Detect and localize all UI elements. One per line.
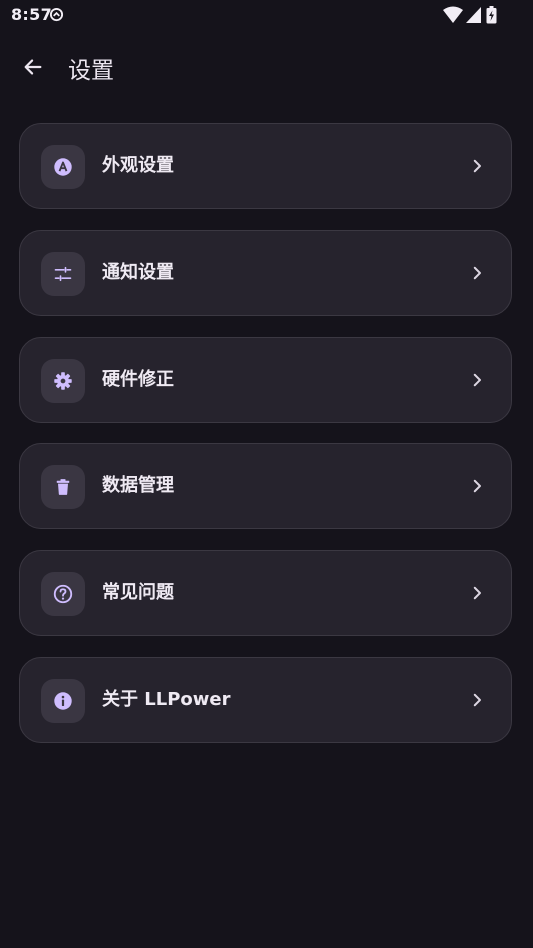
back-button[interactable]	[14, 48, 52, 86]
settings-item-about[interactable]: 关于 LLPower	[19, 657, 512, 743]
chevron-right-icon	[473, 266, 481, 280]
wifi-icon	[443, 6, 463, 23]
cellular-signal-icon	[466, 7, 481, 23]
battery-charging-icon	[486, 6, 497, 24]
chevron-right-icon	[473, 586, 481, 600]
arrow-back-icon	[24, 59, 42, 75]
settings-item-appearance[interactable]: 外观设置	[19, 123, 512, 209]
settings-item-label: 常见问题	[102, 582, 174, 603]
settings-item-faq[interactable]: 常见问题	[19, 550, 512, 636]
settings-item-label: 关于 LLPower	[102, 689, 231, 710]
trash-icon	[56, 479, 70, 495]
tune-icon	[54, 266, 72, 282]
page-title: 设置	[68, 58, 114, 84]
chevron-right-icon	[473, 693, 481, 707]
help-circle-icon	[53, 584, 73, 604]
chevron-right-icon	[473, 373, 481, 387]
settings-item-label: 通知设置	[102, 262, 174, 283]
palette-icon	[54, 158, 72, 176]
chevron-right-icon	[473, 479, 481, 493]
settings-item-hardware[interactable]: 硬件修正	[19, 337, 512, 423]
status-icons	[443, 6, 503, 24]
settings-item-notifications[interactable]: 通知设置	[19, 230, 512, 316]
chevron-right-icon	[473, 159, 481, 173]
settings-item-data[interactable]: 数据管理	[19, 443, 512, 529]
status-bar: 8:57	[0, 0, 533, 30]
settings-item-label: 硬件修正	[102, 369, 174, 390]
settings-item-label: 外观设置	[102, 155, 174, 176]
status-time: 8:57	[11, 5, 52, 24]
app-bar: 设置	[0, 40, 533, 92]
data-saver-icon	[49, 7, 64, 22]
settings-item-label: 数据管理	[102, 475, 174, 496]
gear-icon	[54, 372, 72, 390]
info-icon	[54, 692, 72, 710]
